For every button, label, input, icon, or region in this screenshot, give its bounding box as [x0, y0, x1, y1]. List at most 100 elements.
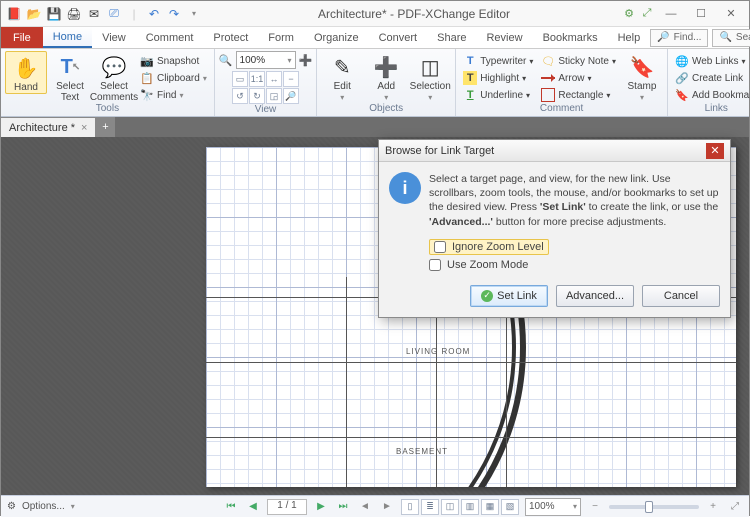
snapshot-label: Snapshot	[157, 56, 199, 67]
selection-button[interactable]: ◫Selection▾	[409, 51, 451, 103]
room-label-basement: BASEMENT	[396, 447, 448, 456]
ignore-zoom-label: Ignore Zoom Level	[452, 241, 544, 253]
layout-6-icon[interactable]: ▧	[501, 499, 519, 515]
minimize-button[interactable]: —	[657, 5, 685, 23]
typewriter-icon: T	[463, 54, 477, 68]
find-box[interactable]: 🔎Find...	[650, 29, 708, 47]
zoom-in-button[interactable]: +	[705, 499, 721, 515]
tab-view[interactable]: View	[92, 27, 136, 48]
zoom-out-icon2[interactable]: −	[283, 71, 299, 87]
two-page-icon[interactable]: ◫	[441, 499, 459, 515]
continuous-icon[interactable]: ≣	[421, 499, 439, 515]
sticky-note-button[interactable]: 🗨Sticky Note▾	[538, 53, 619, 69]
tab-convert[interactable]: Convert	[369, 27, 428, 48]
layout-5-icon[interactable]: ▦	[481, 499, 499, 515]
last-page-button[interactable]: ⏭	[335, 499, 351, 515]
tab-home[interactable]: Home	[43, 27, 92, 48]
tab-protect[interactable]: Protect	[203, 27, 258, 48]
use-zoom-checkbox[interactable]: Use Zoom Mode	[429, 259, 720, 271]
document-viewport[interactable]: LIVING ROOM BASEMENT Browse for Link Tar…	[1, 137, 749, 495]
email-icon[interactable]: ✉	[85, 5, 103, 23]
room-label-living: LIVING ROOM	[406, 347, 470, 356]
file-tab[interactable]: File	[1, 27, 43, 48]
highlight-icon: T	[463, 71, 477, 85]
dialog-close-button[interactable]: ✕	[706, 143, 724, 159]
add-bookmark-button[interactable]: 🔖Add Bookmark	[672, 87, 750, 103]
two-continuous-icon[interactable]: ▥	[461, 499, 479, 515]
tab-share[interactable]: Share	[427, 27, 476, 48]
ignore-zoom-checkbox[interactable]: Ignore Zoom Level	[429, 239, 549, 255]
rotate-right-icon[interactable]: ↻	[249, 88, 265, 104]
history-fwd-button[interactable]: ►	[379, 499, 395, 515]
ui-opts-icon[interactable]: ⚙	[621, 5, 637, 23]
scan-icon[interactable]: ⎚	[105, 5, 123, 23]
single-page-icon[interactable]: ▯	[401, 499, 419, 515]
next-page-button[interactable]: ▶	[313, 499, 329, 515]
fit-button[interactable]: ⤢	[727, 499, 743, 515]
fit-visible-icon[interactable]: ◲	[266, 88, 282, 104]
zoom-thumb[interactable]	[645, 501, 653, 513]
snapshot-button[interactable]: 📷Snapshot	[137, 53, 210, 69]
new-tab-button[interactable]: +	[95, 117, 115, 137]
print-icon[interactable]: 🖨	[65, 5, 83, 23]
rectangle-icon	[541, 88, 555, 102]
create-link-button[interactable]: 🔗Create Link	[672, 70, 750, 86]
add-button[interactable]: ➕Add▾	[365, 51, 407, 103]
tab-organize[interactable]: Organize	[304, 27, 369, 48]
select-text-button[interactable]: T⭦ Select Text	[49, 51, 91, 103]
arrow-button[interactable]: Arrow▾	[538, 70, 619, 86]
undo-icon[interactable]: ↶	[145, 5, 163, 23]
close-button[interactable]: ✕	[717, 5, 745, 23]
search-box[interactable]: 🔍Search...	[712, 29, 750, 47]
fit-page-icon[interactable]: ▭	[232, 71, 248, 87]
prev-page-button[interactable]: ◀	[245, 499, 261, 515]
underline-button[interactable]: TUnderline▾	[460, 87, 536, 103]
tab-bookmarks[interactable]: Bookmarks	[533, 27, 608, 48]
highlight-button[interactable]: THighlight▾	[460, 70, 536, 86]
group-objects-label: Objects	[321, 103, 451, 116]
advanced-button[interactable]: Advanced...	[556, 285, 634, 307]
tab-review[interactable]: Review	[476, 27, 532, 48]
zoom-out-icon[interactable]: 🔍	[219, 54, 233, 67]
find-button[interactable]: 🔭Find▾	[137, 87, 210, 103]
open-icon[interactable]: 📂	[25, 5, 43, 23]
document-tab[interactable]: Architecture * ×	[1, 117, 95, 137]
redo-icon[interactable]: ↷	[165, 5, 183, 23]
zoom-in-icon[interactable]: ➕	[299, 54, 313, 67]
first-page-button[interactable]: ⏮	[223, 499, 239, 515]
rotate-left-icon[interactable]: ↺	[232, 88, 248, 104]
fit-width-icon[interactable]: ↔	[266, 71, 282, 87]
stamp-button[interactable]: 🔖Stamp▾	[621, 51, 663, 103]
edit-button[interactable]: ✎Edit▾	[321, 51, 363, 103]
select-comments-button[interactable]: 💬 Select Comments	[93, 51, 135, 103]
browse-link-target-dialog: Browse for Link Target ✕ i Select a targ…	[378, 139, 731, 318]
zoom-out-button[interactable]: −	[587, 499, 603, 515]
maximize-button[interactable]: ☐	[687, 5, 715, 23]
hand-label: Hand	[14, 82, 38, 93]
options-button[interactable]: Options...	[22, 501, 65, 512]
zoom-slider[interactable]	[609, 505, 699, 509]
tab-comment[interactable]: Comment	[136, 27, 204, 48]
dialog-titlebar[interactable]: Browse for Link Target ✕	[379, 140, 730, 162]
page-number-field[interactable]: 1 / 1	[267, 499, 307, 515]
rectangle-button[interactable]: Rectangle▾	[538, 87, 619, 103]
qat-dropdown-icon[interactable]: ▾	[185, 5, 203, 23]
save-icon[interactable]: 💾	[45, 5, 63, 23]
zoom-tool-icon[interactable]: 🔎	[283, 88, 299, 104]
zoom-combo[interactable]: 100%▾	[236, 51, 296, 69]
launch-icon[interactable]: ⤢	[639, 5, 655, 23]
history-back-button[interactable]: ◄	[357, 499, 373, 515]
clipboard-button[interactable]: 📋Clipboard▾	[137, 70, 210, 86]
close-tab-icon[interactable]: ×	[81, 122, 87, 134]
group-tools: ✋ Hand T⭦ Select Text 💬 Select Comments …	[1, 49, 215, 116]
zoom-status-combo[interactable]: 100%▾	[525, 498, 581, 516]
typewriter-button[interactable]: TTypewriter▾	[460, 53, 536, 69]
set-link-button[interactable]: ✓Set Link	[470, 285, 548, 307]
gear-icon[interactable]: ⚙	[7, 501, 16, 512]
actual-size-icon[interactable]: 1:1	[249, 71, 265, 87]
hand-tool-button[interactable]: ✋ Hand	[5, 51, 47, 94]
web-links-button[interactable]: 🌐Web Links▾	[672, 53, 750, 69]
tab-help[interactable]: Help	[608, 27, 651, 48]
tab-form[interactable]: Form	[258, 27, 304, 48]
cancel-button[interactable]: Cancel	[642, 285, 720, 307]
